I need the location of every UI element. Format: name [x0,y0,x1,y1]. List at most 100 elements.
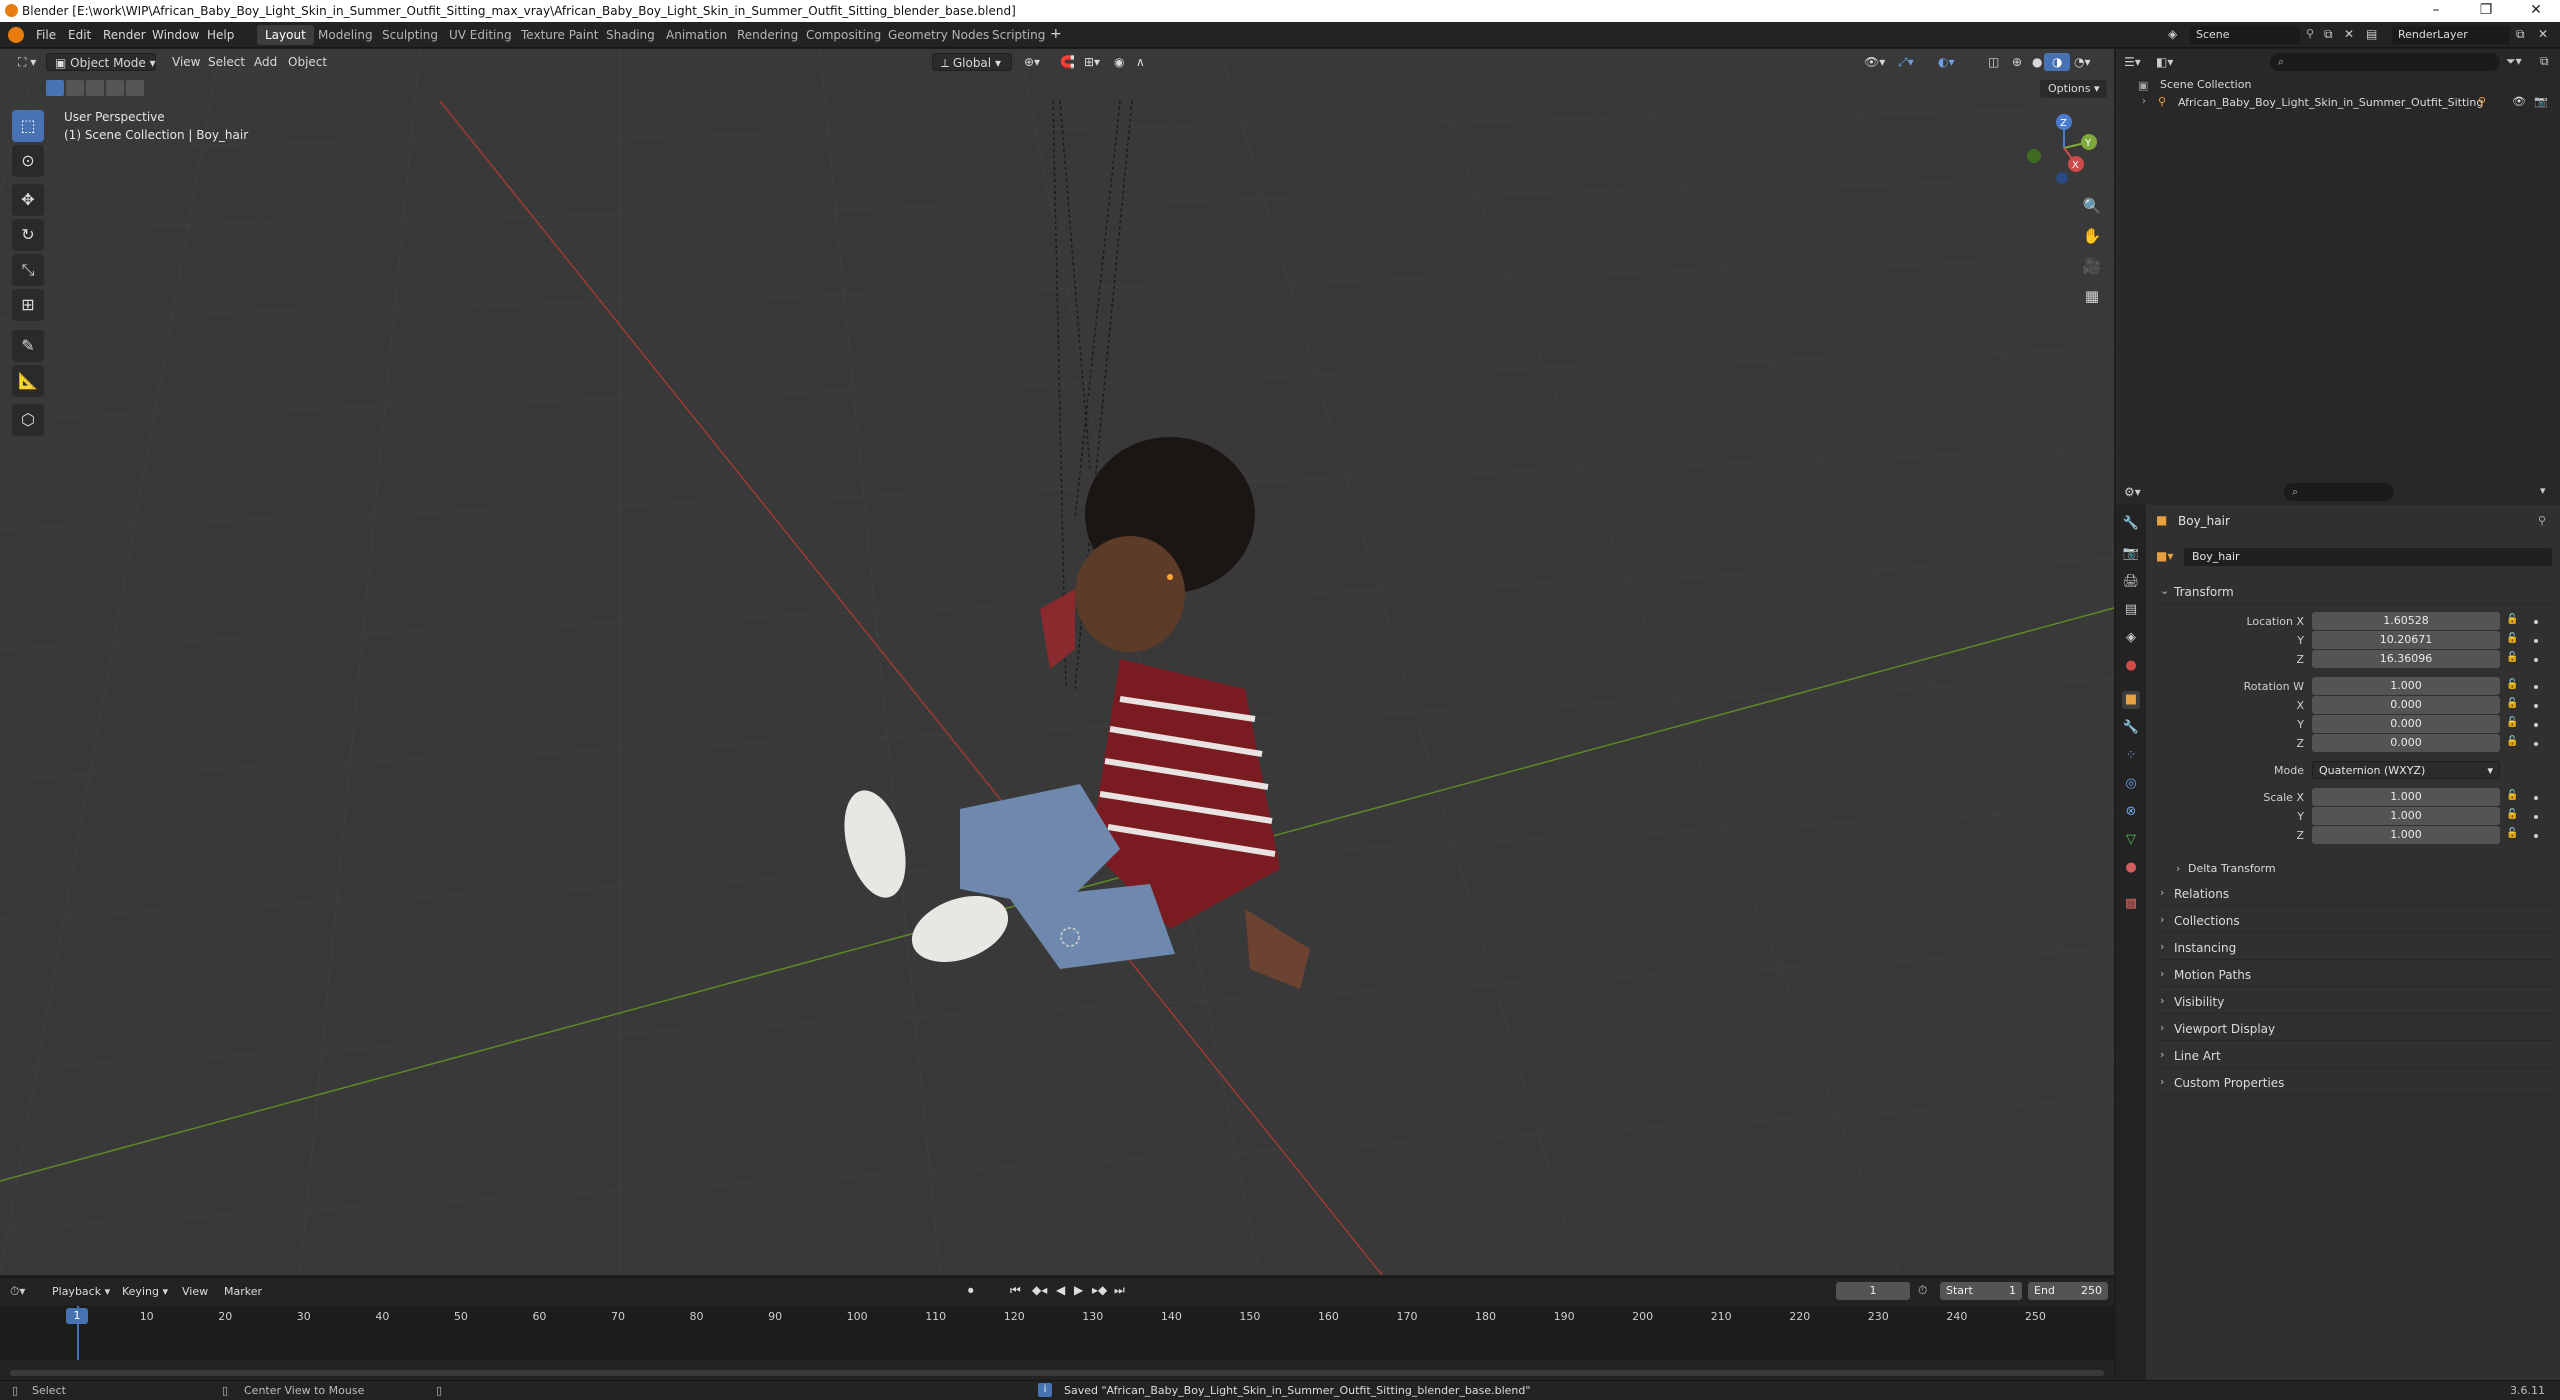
current-frame-field[interactable]: 1 [1836,1282,1910,1300]
measure-tool[interactable]: 📐 [12,365,44,397]
render-tab-icon[interactable]: 📷 [2122,545,2140,563]
lock-icon[interactable]: 🔓 [2506,614,2518,625]
next-keyframe-icon[interactable]: ▸◆ [1092,1283,1107,1297]
close-button[interactable]: ✕ [2516,2,2556,18]
falloff-icon[interactable]: ∧ [1128,53,1153,71]
rendered-shading-icon[interactable]: ◔▾ [2066,53,2099,71]
collections-panel-header[interactable]: › Collections [2156,909,2552,933]
world-tab-icon[interactable]: ● [2122,657,2140,675]
relations-panel-header[interactable]: › Relations [2156,882,2552,906]
select-intersect-icon[interactable] [126,80,144,96]
material-tab-icon[interactable]: ● [2122,859,2140,877]
properties-search-input[interactable]: ⌕ [2284,483,2394,501]
playhead-frame-badge[interactable]: 1 [66,1308,88,1324]
transform-tool[interactable]: ⊞ [12,289,44,321]
auto-keying-icon[interactable]: ⏺ [968,1284,974,1298]
instancing-panel-header[interactable]: › Instancing [2156,936,2552,960]
location-x-field[interactable]: 1.60528 [2312,612,2500,630]
keyframe-dot[interactable] [2534,796,2538,800]
select-new-icon[interactable] [46,80,64,96]
camera-render-icon[interactable]: 📷 [2534,95,2548,108]
lock-icon[interactable]: 🔓 [2506,736,2518,747]
select-subtract-icon[interactable] [86,80,104,96]
eye-visibility-icon[interactable]: 👁 [2512,95,2526,108]
location-y-field[interactable]: 10.20671 [2312,631,2500,649]
keyframe-dot[interactable] [2534,742,2538,746]
lock-icon[interactable]: 🔓 [2506,633,2518,644]
lock-icon[interactable]: 🔓 [2506,717,2518,728]
keyframe-dot[interactable] [2534,834,2538,838]
lock-icon[interactable]: 🔓 [2506,809,2518,820]
lock-icon[interactable]: 🔓 [2506,652,2518,663]
perspective-toggle-icon[interactable]: ▦ [2078,282,2106,310]
tab-modeling[interactable]: Modeling [310,25,381,45]
rotation-y-field[interactable]: 0.000 [2312,715,2500,733]
lock-icon[interactable]: 🔓 [2506,790,2518,801]
lock-icon[interactable]: 🔓 [2506,679,2518,690]
end-frame-field[interactable]: End 250 [2028,1282,2108,1300]
menu-render[interactable]: Render [103,28,146,42]
viewport-display-panel-header[interactable]: › Viewport Display [2156,1017,2552,1041]
modifier-tab-icon[interactable]: 🔧 [2122,719,2140,737]
play-reverse-icon[interactable]: ◀ [1056,1283,1065,1297]
outliner-search-input[interactable]: ⌕ [2270,53,2500,71]
scale-y-field[interactable]: 1.000 [2312,807,2500,825]
menu-file[interactable]: File [36,28,56,42]
marker-menu[interactable]: Marker [224,1285,262,1298]
pivot-point-icon[interactable]: ⊕▾ [1016,53,1048,71]
stopwatch-icon[interactable]: ⏱ [1918,1283,1927,1298]
constraints-tab-icon[interactable]: ⊗ [2122,803,2140,821]
scale-tool[interactable]: ⤡ [12,254,44,286]
output-tab-icon[interactable]: 🖨 [2122,573,2140,591]
scale-x-field[interactable]: 1.000 [2312,788,2500,806]
snap-target-icon[interactable]: ⊞▾ [1076,53,1108,71]
view-layer-tab-icon[interactable]: ▤ [2122,601,2140,619]
properties-editor-type-icon[interactable]: ⚙▾ [2124,485,2141,499]
gizmo-toggle-icon[interactable]: ⤢▾ [1890,53,1922,71]
annotate-tool[interactable]: ✎ [12,330,44,362]
new-collection-icon[interactable]: ⧉ [2540,54,2549,69]
outliner-editor-type-icon[interactable]: ☰▾ [2124,55,2141,69]
add-cube-tool[interactable]: ⬡ [12,404,44,436]
menu-window[interactable]: Window [152,28,199,42]
delete-scene-icon[interactable]: ✕ [2344,27,2354,41]
transform-panel-header[interactable]: ⌄ Transform [2156,580,2552,604]
tab-compositing[interactable]: Compositing [798,25,889,45]
armature-data-icon[interactable]: ⚲ [2478,95,2486,108]
keyframe-dot[interactable] [2534,815,2538,819]
rotation-z-field[interactable]: 0.000 [2312,734,2500,752]
tab-animation[interactable]: Animation [658,25,735,45]
delete-view-layer-icon[interactable]: ✕ [2538,27,2548,41]
tool-tab-icon[interactable]: 🔧 [2122,515,2140,533]
navigation-gizmo[interactable]: Z Y X [2016,108,2106,188]
properties-options-icon[interactable]: ▾ [2540,484,2546,497]
rotation-mode-select[interactable]: Quaternion (WXYZ) ▾ [2312,761,2500,779]
transform-orientation-selector[interactable]: ⟂ Global ▾ [932,53,1012,71]
overlay-toggle-icon[interactable]: ◐▾ [1930,53,1963,71]
playback-menu[interactable]: Playback ▾ [52,1285,110,1298]
texture-tab-icon[interactable]: ▩ [2122,895,2140,913]
keyframe-dot[interactable] [2534,620,2538,624]
timeline-editor-type-icon[interactable]: ⏱▾ [10,1284,25,1299]
view-layer-selector[interactable]: RenderLayer [2392,26,2510,44]
lock-icon[interactable]: 🔓 [2506,698,2518,709]
visibility-panel-header[interactable]: › Visibility [2156,990,2552,1014]
tab-scripting[interactable]: Scripting [984,25,1053,45]
move-tool[interactable]: ✥ [12,184,44,216]
menu-edit[interactable]: Edit [68,28,91,42]
scale-z-field[interactable]: 1.000 [2312,826,2500,844]
timeline-view-menu[interactable]: View [182,1285,208,1298]
keyframe-dot[interactable] [2534,658,2538,662]
add-workspace-button[interactable]: + [1050,26,1062,42]
data-tab-icon[interactable]: ▽ [2122,831,2140,849]
tab-rendering[interactable]: Rendering [729,25,806,45]
keyframe-dot[interactable] [2534,704,2538,708]
location-z-field[interactable]: 16.36096 [2312,650,2500,668]
visibility-selector-icon[interactable]: 👁▾ [1856,53,1893,71]
delta-transform-subpanel[interactable]: › Delta Transform [2176,860,2552,880]
display-mode-icon[interactable]: ◧▾ [2156,55,2173,69]
scene-tab-icon[interactable]: ◈ [2122,629,2140,647]
tab-shading[interactable]: Shading [598,25,663,45]
pin-icon[interactable]: ⚲ [2538,514,2546,527]
3d-viewport[interactable] [0,49,2114,1275]
